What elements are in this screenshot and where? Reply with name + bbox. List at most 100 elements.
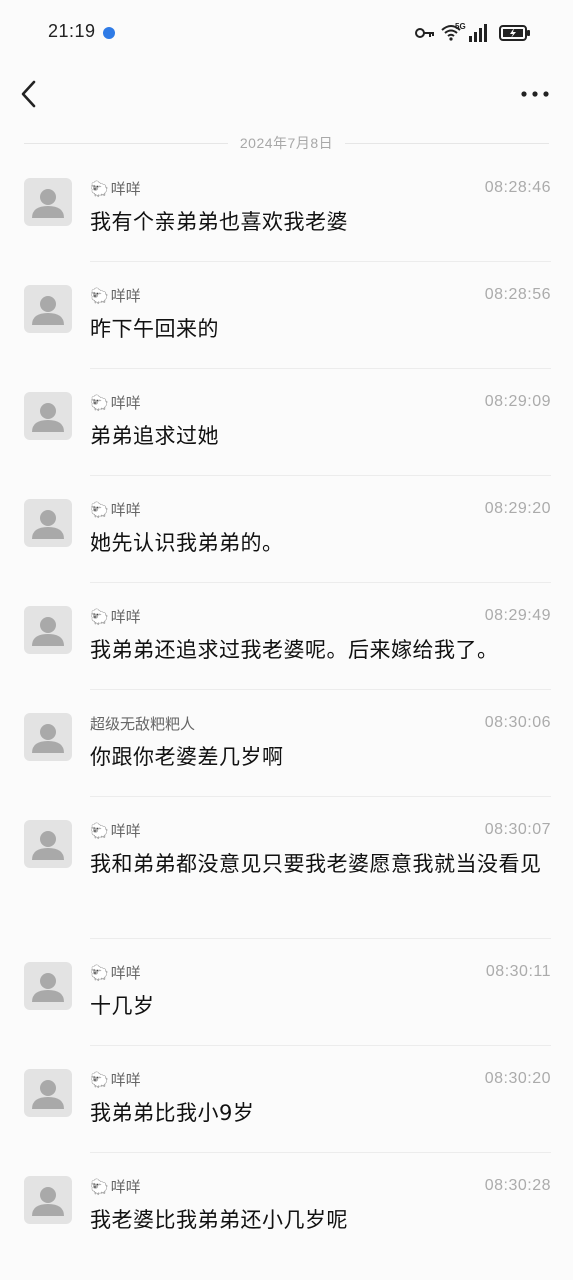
sender-name: 超级无敌粑粑人 bbox=[90, 713, 195, 734]
message-text[interactable]: 我弟弟比我小9岁 bbox=[90, 1096, 550, 1131]
default-avatar-icon bbox=[32, 724, 64, 753]
message-row[interactable]: 超级无敌粑粑人 08:30:06 你跟你老婆差几岁啊 bbox=[0, 705, 573, 812]
message-text[interactable]: 她先认识我弟弟的。 bbox=[90, 526, 550, 561]
more-dots-icon bbox=[521, 91, 549, 97]
nav-bar bbox=[0, 64, 573, 124]
message-row[interactable]: 🐑 咩咩 08:29:20 她先认识我弟弟的。 bbox=[0, 491, 573, 598]
avatar[interactable] bbox=[24, 606, 72, 654]
sheep-icon: 🐑 bbox=[90, 1177, 109, 1196]
message-text[interactable]: 昨下午回来的 bbox=[90, 312, 550, 347]
message-divider bbox=[90, 796, 551, 797]
sender-name: 🐑 咩咩 bbox=[90, 285, 141, 306]
message-row[interactable]: 🐑 咩咩 08:28:56 昨下午回来的 bbox=[0, 277, 573, 384]
more-options-button[interactable] bbox=[519, 82, 551, 106]
default-avatar-icon bbox=[32, 831, 64, 860]
sender-name: 🐑 咩咩 bbox=[90, 1176, 141, 1197]
message-text[interactable]: 我有个亲弟弟也喜欢我老婆 bbox=[90, 205, 550, 240]
message-timestamp: 08:30:20 bbox=[484, 1070, 551, 1087]
sender-name-text: 咩咩 bbox=[110, 394, 141, 412]
message-timestamp: 08:29:20 bbox=[484, 500, 551, 517]
status-time: 21:19 bbox=[48, 21, 96, 41]
message-divider bbox=[90, 689, 551, 690]
message-divider bbox=[90, 1152, 551, 1153]
sender-name-text: 咩咩 bbox=[110, 964, 141, 982]
message-timestamp: 08:30:07 bbox=[484, 821, 551, 838]
message-row[interactable]: 🐑 咩咩 08:29:49 我弟弟还追求过我老婆呢。后来嫁给我了。 bbox=[0, 598, 573, 705]
avatar[interactable] bbox=[24, 713, 72, 761]
default-avatar-icon bbox=[32, 296, 64, 325]
message-divider bbox=[90, 1045, 551, 1046]
sheep-icon: 🐑 bbox=[90, 393, 109, 412]
signal-icon bbox=[469, 24, 487, 42]
sender-name-text: 咩咩 bbox=[110, 1071, 141, 1089]
sender-name: 🐑 咩咩 bbox=[90, 178, 141, 199]
sender-name: 🐑 咩咩 bbox=[90, 392, 141, 413]
message-timestamp: 08:28:46 bbox=[484, 179, 551, 196]
sender-name: 🐑 咩咩 bbox=[90, 820, 141, 841]
sender-name-text: 咩咩 bbox=[110, 608, 141, 626]
message-text[interactable]: 弟弟追求过她 bbox=[90, 419, 550, 454]
sender-name: 🐑 咩咩 bbox=[90, 1069, 141, 1090]
avatar[interactable] bbox=[24, 1176, 72, 1224]
message-text[interactable]: 十几岁 bbox=[90, 989, 550, 1024]
sheep-icon: 🐑 bbox=[90, 1070, 109, 1089]
message-row[interactable]: 🐑 咩咩 08:30:28 我老婆比我弟弟还小几岁呢 bbox=[0, 1168, 573, 1275]
message-row[interactable]: 🐑 咩咩 08:28:46 我有个亲弟弟也喜欢我老婆 bbox=[0, 170, 573, 277]
avatar[interactable] bbox=[24, 392, 72, 440]
sheep-icon: 🐑 bbox=[90, 500, 109, 519]
message-text[interactable]: 我弟弟还追求过我老婆呢。后来嫁给我了。 bbox=[90, 633, 550, 668]
avatar[interactable] bbox=[24, 1069, 72, 1117]
message-divider bbox=[90, 938, 551, 939]
status-bar: 21:19 5G bbox=[0, 0, 573, 64]
message-timestamp: 08:28:56 bbox=[484, 286, 551, 303]
message-text[interactable]: 你跟你老婆差几岁啊 bbox=[90, 740, 550, 775]
message-text[interactable]: 我和弟弟都没意见只要我老婆愿意我就当没看见 bbox=[90, 847, 550, 882]
message-row[interactable]: 🐑 咩咩 08:29:09 弟弟追求过她 bbox=[0, 384, 573, 491]
back-button[interactable] bbox=[16, 78, 42, 110]
sheep-icon: 🐑 bbox=[90, 286, 109, 305]
sender-name-text: 咩咩 bbox=[110, 822, 141, 840]
key-icon bbox=[415, 28, 434, 38]
notification-dot-icon bbox=[103, 27, 115, 39]
sender-name: 🐑 咩咩 bbox=[90, 962, 141, 983]
sheep-icon: 🐑 bbox=[90, 179, 109, 198]
battery-charging-icon bbox=[499, 25, 530, 41]
network-type-label: 5G bbox=[455, 22, 466, 31]
avatar[interactable] bbox=[24, 178, 72, 226]
message-text[interactable]: 我老婆比我弟弟还小几岁呢 bbox=[90, 1203, 550, 1238]
message-timestamp: 08:30:11 bbox=[485, 963, 551, 980]
avatar[interactable] bbox=[24, 499, 72, 547]
sheep-icon: 🐑 bbox=[90, 821, 109, 840]
message-divider bbox=[90, 475, 551, 476]
message-row[interactable]: 🐑 咩咩 08:30:07 我和弟弟都没意见只要我老婆愿意我就当没看见 bbox=[0, 812, 573, 954]
sender-name-text: 咩咩 bbox=[110, 180, 141, 198]
default-avatar-icon bbox=[32, 510, 64, 539]
default-avatar-icon bbox=[32, 189, 64, 218]
message-row[interactable]: 🐑 咩咩 08:30:20 我弟弟比我小9岁 bbox=[0, 1061, 573, 1168]
avatar[interactable] bbox=[24, 285, 72, 333]
sender-name-text: 咩咩 bbox=[110, 501, 141, 519]
default-avatar-icon bbox=[32, 617, 64, 646]
date-separator-text: 2024年7月8日 bbox=[239, 135, 334, 151]
message-timestamp: 08:29:09 bbox=[484, 393, 551, 410]
message-divider bbox=[90, 368, 551, 369]
sheep-icon: 🐑 bbox=[90, 607, 109, 626]
default-avatar-icon bbox=[32, 403, 64, 432]
chevron-left-icon bbox=[21, 80, 36, 108]
message-timestamp: 08:30:06 bbox=[484, 714, 551, 731]
message-timestamp: 08:30:28 bbox=[484, 1177, 551, 1194]
default-avatar-icon bbox=[32, 1080, 64, 1109]
separator-line bbox=[24, 142, 228, 144]
avatar[interactable] bbox=[24, 820, 72, 868]
sender-name: 🐑 咩咩 bbox=[90, 606, 141, 627]
message-divider bbox=[90, 261, 551, 262]
date-separator: 2024年7月8日 bbox=[24, 132, 549, 154]
sender-name-text: 超级无敌粑粑人 bbox=[90, 715, 196, 733]
avatar[interactable] bbox=[24, 962, 72, 1010]
message-divider bbox=[90, 582, 551, 583]
message-timestamp: 08:29:49 bbox=[484, 607, 551, 624]
message-row[interactable]: 🐑 咩咩 08:30:11 十几岁 bbox=[0, 954, 573, 1061]
sender-name-text: 咩咩 bbox=[110, 287, 141, 305]
separator-line bbox=[345, 142, 549, 144]
default-avatar-icon bbox=[32, 973, 64, 1002]
